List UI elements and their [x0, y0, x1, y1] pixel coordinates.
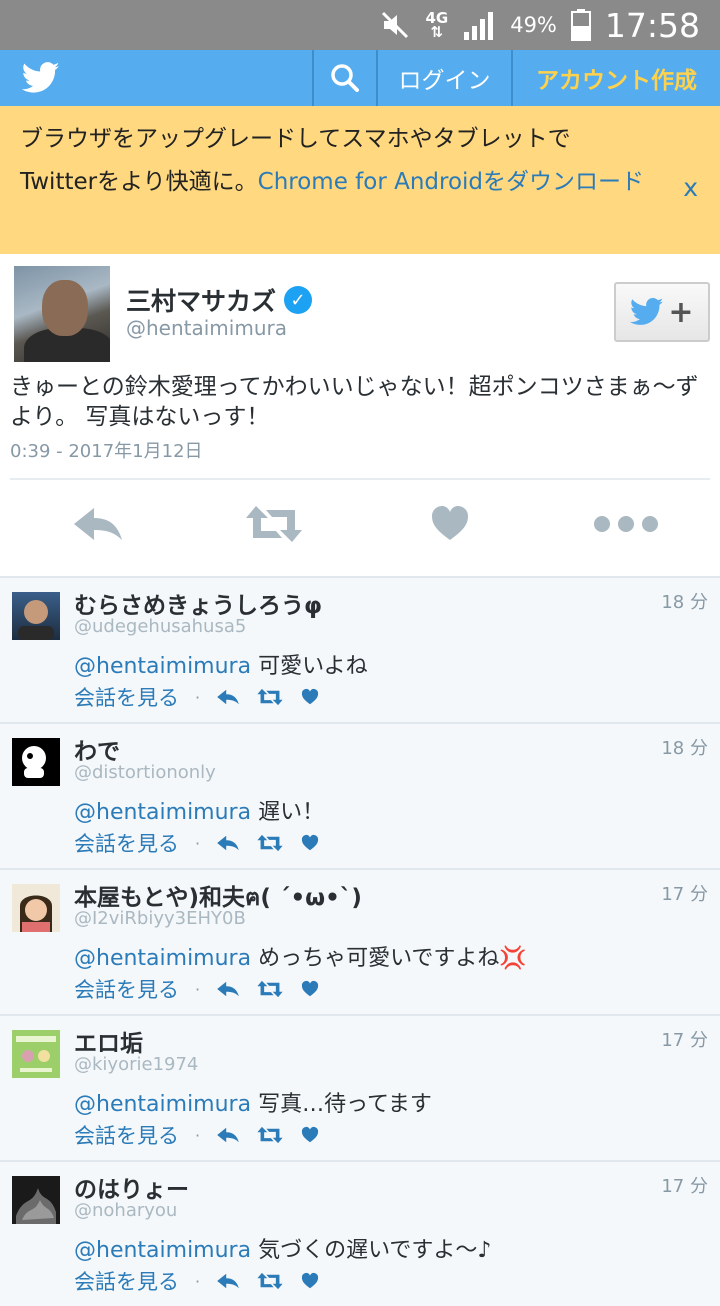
reply-avatar[interactable] — [12, 1030, 60, 1078]
reply-time: 17 分 — [661, 884, 708, 905]
reply-actions: 会話を見る · — [74, 828, 320, 858]
reply-author-name[interactable]: のはりょー — [74, 1170, 189, 1204]
retweet-icon[interactable] — [256, 980, 284, 998]
reply-item[interactable]: 本屋もとや)和夫ฅ( ´•ω•`) @I2viRbiyy3EHY0B 17 分 … — [0, 868, 720, 1014]
author-handle[interactable]: @hentaimimura — [126, 316, 287, 340]
separator-dot: · — [195, 687, 201, 707]
reply-time: 18 分 — [661, 592, 708, 613]
retweet-icon[interactable] — [256, 1272, 284, 1290]
view-conversation-link[interactable]: 会話を見る — [74, 682, 179, 712]
reply-avatar[interactable] — [12, 884, 60, 932]
signup-button[interactable]: アカウント作成 — [513, 50, 720, 106]
reply-icon[interactable] — [216, 1272, 240, 1290]
like-heart-icon[interactable] — [300, 1272, 320, 1290]
reply-text: @hentaimimura 気づくの遅いですよ〜♪ — [74, 1238, 492, 1263]
author-name[interactable]: 三村マサカズ ✓ — [126, 282, 313, 318]
twitter-bird-icon — [22, 62, 60, 93]
twitter-logo-button[interactable] — [0, 50, 312, 106]
like-heart-icon[interactable] — [430, 504, 470, 544]
reply-avatar[interactable] — [12, 738, 60, 786]
retweet-icon[interactable] — [256, 688, 284, 706]
tweet-timestamp[interactable]: 0:39 - 2017年1月12日 — [10, 437, 203, 463]
battery-percent: 49% — [510, 13, 557, 37]
search-button[interactable] — [314, 50, 376, 106]
reply-author-handle[interactable]: @I2viRbiyy3EHY0B — [74, 908, 246, 929]
like-heart-icon[interactable] — [300, 688, 320, 706]
view-conversation-link[interactable]: 会話を見る — [74, 974, 179, 1004]
reply-text: @hentaimimura 遅い！ — [74, 800, 325, 825]
upgrade-banner: ブラウザをアップグレードしてスマホやタブレットで Twitterをより快適に。Ch… — [0, 106, 720, 254]
reply-item[interactable]: エロ垢 @kiyorie1974 17 分 @hentaimimura 写真…待… — [0, 1014, 720, 1160]
login-button[interactable]: ログイン — [378, 50, 511, 106]
search-icon — [331, 64, 359, 92]
mute-icon — [382, 11, 409, 39]
view-conversation-link[interactable]: 会話を見る — [74, 1266, 179, 1296]
divider — [10, 478, 710, 480]
reply-author-name[interactable]: むらさめきょうしろうφ — [74, 586, 322, 620]
reply-list: むらさめきょうしろうφ @udegehusahusa5 18 分 @hentai… — [0, 576, 720, 1306]
reply-time: 17 分 — [661, 1176, 708, 1197]
reply-actions: 会話を見る · — [74, 682, 320, 712]
like-heart-icon[interactable] — [300, 980, 320, 998]
clock: 17:58 — [604, 5, 700, 45]
mention-link[interactable]: @hentaimimura — [74, 1238, 251, 1263]
reply-icon[interactable] — [216, 688, 240, 706]
view-conversation-link[interactable]: 会話を見る — [74, 828, 179, 858]
separator-dot: · — [195, 979, 201, 999]
author-avatar[interactable] — [14, 266, 110, 362]
twitter-bird-icon — [630, 298, 664, 325]
reply-text: @hentaimimura 写真…待ってます — [74, 1092, 432, 1117]
follow-button[interactable]: + — [614, 282, 710, 342]
reply-icon[interactable] — [216, 1126, 240, 1144]
reply-item[interactable]: むらさめきょうしろうφ @udegehusahusa5 18 分 @hentai… — [0, 576, 720, 722]
tweet-text: きゅーとの鈴木愛理ってかわいいじゃない！超ポンコツさまぁ〜ずより。 写真はないっ… — [10, 374, 699, 430]
separator-dot: · — [195, 833, 201, 853]
separator-dot: · — [195, 1271, 201, 1291]
reply-author-handle[interactable]: @kiyorie1974 — [74, 1054, 198, 1075]
reply-text: @hentaimimura めっちゃ可愛いですよね💢 — [74, 946, 527, 971]
reply-actions: 会話を見る · — [74, 974, 320, 1004]
reply-text: @hentaimimura 可愛いよね — [74, 654, 368, 679]
chrome-download-link[interactable]: Chrome for Androidをダウンロード — [258, 169, 644, 195]
reply-author-handle[interactable]: @noharyou — [74, 1200, 177, 1221]
plus-icon: + — [668, 294, 694, 330]
reply-item[interactable]: のはりょー @noharyou 17 分 @hentaimimura 気づくの遅… — [0, 1160, 720, 1306]
network-indicator: 4G ⇅ — [425, 9, 449, 41]
reply-author-name[interactable]: わで — [74, 732, 120, 766]
signal-icon — [464, 12, 494, 40]
banner-text: ブラウザをアップグレードしてスマホやタブレットで Twitterをより快適に。Ch… — [20, 126, 645, 195]
retweet-icon[interactable] — [256, 834, 284, 852]
view-conversation-link[interactable]: 会話を見る — [74, 1120, 179, 1150]
reply-time: 17 分 — [661, 1030, 708, 1051]
main-tweet: 三村マサカズ ✓ @hentaimimura + きゅーとの鈴木愛理ってかわいい… — [0, 254, 720, 576]
mention-link[interactable]: @hentaimimura — [74, 654, 251, 679]
tweet-actions — [0, 494, 720, 554]
retweet-icon[interactable] — [244, 504, 304, 544]
battery-icon — [570, 9, 591, 41]
reply-author-handle[interactable]: @udegehusahusa5 — [74, 616, 246, 637]
reply-avatar[interactable] — [12, 592, 60, 640]
reply-actions: 会話を見る · — [74, 1266, 320, 1296]
like-heart-icon[interactable] — [300, 834, 320, 852]
reply-icon[interactable] — [216, 980, 240, 998]
reply-icon[interactable] — [72, 504, 124, 544]
mention-link[interactable]: @hentaimimura — [74, 1092, 251, 1117]
mention-link[interactable]: @hentaimimura — [74, 946, 251, 971]
banner-close-button[interactable]: x — [683, 166, 698, 209]
reply-icon[interactable] — [216, 834, 240, 852]
reply-author-name[interactable]: エロ垢 — [74, 1024, 143, 1058]
more-options-icon[interactable] — [592, 504, 660, 544]
top-nav: ログイン アカウント作成 — [0, 50, 720, 106]
reply-time: 18 分 — [661, 738, 708, 759]
mention-link[interactable]: @hentaimimura — [74, 800, 251, 825]
status-bar: 4G ⇅ 49% 17:58 — [0, 0, 720, 50]
reply-author-handle[interactable]: @distortiononly — [74, 762, 216, 783]
verified-badge-icon: ✓ — [284, 286, 313, 314]
reply-item[interactable]: わで @distortiononly 18 分 @hentaimimura 遅い… — [0, 722, 720, 868]
like-heart-icon[interactable] — [300, 1126, 320, 1144]
reply-avatar[interactable] — [12, 1176, 60, 1224]
separator-dot: · — [195, 1125, 201, 1145]
reply-actions: 会話を見る · — [74, 1120, 320, 1150]
retweet-icon[interactable] — [256, 1126, 284, 1144]
